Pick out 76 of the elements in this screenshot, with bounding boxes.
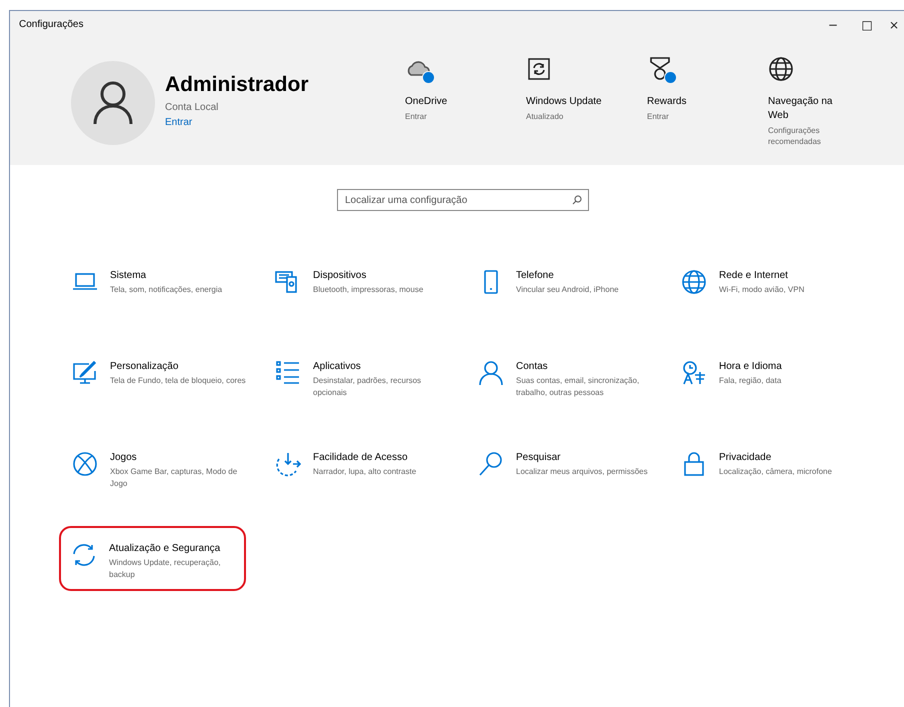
category-title: Aplicativos [313,360,362,374]
quick-link-title: Windows Update [526,95,603,109]
maximize-button[interactable]: □ [850,11,884,38]
status-dot [422,71,435,84]
category-item[interactable]: Contas Suas contas, email, sincronização, trabalho, outras pessoas [471,352,674,401]
category-title: Atualização e Segurança [109,542,222,556]
category-item[interactable]: Pesquisar Localizar meus arquivos, permissões [471,443,674,480]
sign-in-link[interactable]: Entrar [165,117,192,128]
quick-link[interactable]: Windows Update Atualizado [526,38,647,165]
xbox-icon [72,451,98,477]
category-description: Localizar meus arquivos, permissões [516,466,649,478]
globe-icon [768,56,794,82]
category-title: Personalização [110,360,180,374]
category-description: Wi-Fi, modo avião, VPN [719,284,806,296]
category-title: Rede e Internet [719,269,789,283]
category-item[interactable]: Jogos Xbox Game Bar, capturas, Modo de Jogo [65,443,268,492]
quick-link-title: OneDrive [405,95,448,109]
quick-link[interactable]: Rewards Entrar [647,38,768,165]
search-field[interactable]: Localizar uma configuração [337,189,589,211]
category-title: Dispositivos [313,269,368,283]
highlighted-category[interactable]: Atualização e Segurança Windows Update, recuperação, backup [59,526,246,591]
category-item[interactable]: Aplicativos Desinstalar, padrões, recursos opcionais [268,352,471,401]
quick-link-title: Rewards [647,95,688,109]
category-item[interactable]: Personalização Tela de Fundo, tela de bloqueio, cores [65,352,268,389]
minimize-button[interactable]: − [816,11,850,38]
account-name: Administrador [165,73,309,97]
category-title: Sistema [110,269,148,283]
category-description: Windows Update, recuperação, backup [109,557,222,581]
close-button[interactable]: × [884,11,904,38]
globe-icon [681,269,707,295]
category-title: Hora e Idioma [719,360,783,374]
category-item[interactable]: Sistema Tela, som, notificações, energia [65,261,268,298]
padlock-icon [681,451,707,477]
category-title: Privacidade [719,451,772,465]
quick-link[interactable]: OneDrive Entrar [405,38,526,165]
category-title: Facilidade de Acesso [313,451,409,465]
account-type: Conta Local [165,102,218,113]
dashed-circle-arrow-icon [275,451,301,477]
category-item[interactable]: Rede e Internet Wi-Fi, modo avião, VPN [674,261,877,298]
medal-icon [647,56,673,82]
quick-link-status: Configurações recomendadas [768,125,822,147]
category-title: Telefone [516,269,555,283]
quick-link[interactable]: Navegação na Web Configurações recomendadas [768,38,889,165]
category-title: Jogos [110,451,138,465]
category-description: Bluetooth, impressoras, mouse [313,284,424,296]
person-icon [93,81,133,125]
category-description: Fala, região, data [719,375,782,387]
category-description: Suas contas, email, sincronização, trabalho, outras pessoas [516,375,640,399]
category-description: Localização, câmera, microfone [719,466,833,478]
person-icon [478,360,504,386]
category-description: Tela, som, notificações, energia [110,284,224,296]
window-title: Configurações [19,19,84,30]
refresh-window-icon [526,56,552,82]
category-title: Contas [516,360,549,374]
category-description: Narrador, lupa, alto contraste [313,466,418,478]
list-icon [275,360,301,386]
category-item[interactable]: Dispositivos Bluetooth, impressoras, mouse [268,261,471,298]
quick-link-status: Entrar [405,111,428,122]
category-description: Vincular seu Android, iPhone [516,284,620,296]
search-icon [478,451,504,477]
quick-link-status: Entrar [647,111,670,122]
category-title: Pesquisar [516,451,562,465]
category-item[interactable]: Facilidade de Acesso Narrador, lupa, alto contraste [268,443,471,480]
status-dot [664,71,677,84]
category-description: Xbox Game Bar, capturas, Modo de Jogo [110,466,238,490]
category-item[interactable]: Hora e Idioma Fala, região, data [674,352,877,389]
category-description: Desinstalar, padrões, recursos opcionais [313,375,422,399]
category-item[interactable]: Telefone Vincular seu Android, iPhone [471,261,674,298]
quick-link-status: Atualizado [526,111,564,122]
sync-arrows-icon [71,542,97,568]
category-description: Tela de Fundo, tela de bloqueio, cores [110,375,247,387]
search-icon [572,195,582,205]
paintbrush-monitor-icon [72,360,98,386]
category-item[interactable]: Privacidade Localização, câmera, microfone [674,443,877,480]
quick-link-title: Navegação na Web [768,95,834,123]
clock-letters-icon [681,360,707,386]
